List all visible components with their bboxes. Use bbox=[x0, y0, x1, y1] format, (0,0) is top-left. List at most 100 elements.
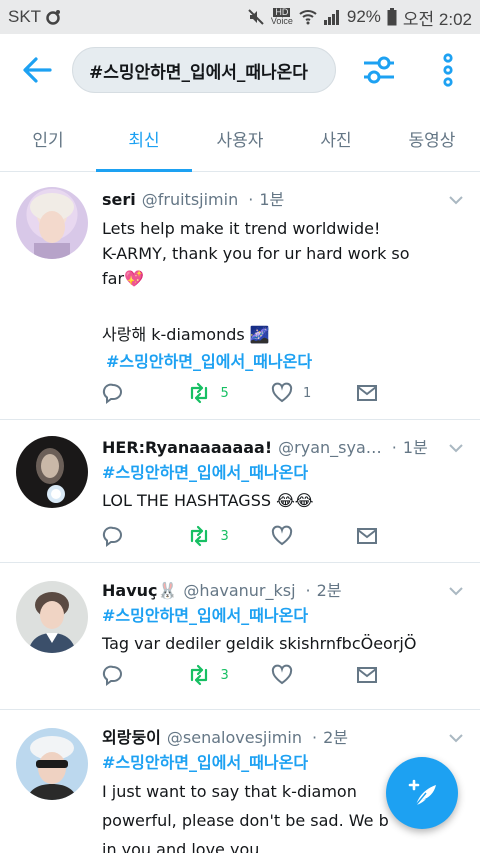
tweet-header: 외랑둥이 @senalovesjimin · 2분 bbox=[102, 724, 480, 748]
tweet-line: Lets help make it trend worldwide! bbox=[102, 219, 381, 238]
retweet-count: 3 bbox=[220, 528, 229, 544]
reply-icon bbox=[102, 665, 122, 686]
tweet[interactable]: HER:Ryanaaaaaaa! @ryan_sya… · 1분 #스밍안하면_… bbox=[0, 420, 480, 563]
tweet-header: Havuç🐰 @havanur_ksj · 2분 bbox=[102, 577, 440, 601]
timestamp: 2분 bbox=[323, 728, 348, 747]
search-tabs: 인기 최신 사용자 사진 동영상 bbox=[0, 106, 480, 172]
tab-top[interactable]: 인기 bbox=[0, 106, 96, 171]
retweet-button[interactable]: 5 bbox=[187, 382, 272, 404]
tweet[interactable]: Havuç🐰 @havanur_ksj · 2분 #스밍안하면_입에서_때나온다… bbox=[0, 563, 480, 710]
tweet-line: Tag var dediler geldik skishrnfbcÖeorjÖ bbox=[102, 634, 417, 653]
carrier-label: SKT bbox=[8, 7, 42, 26]
back-arrow-icon[interactable] bbox=[20, 54, 54, 86]
envelope-icon bbox=[356, 667, 377, 683]
timestamp: 1분 bbox=[259, 190, 285, 209]
tab-people-label: 사용자 bbox=[216, 131, 264, 151]
mute-icon bbox=[248, 9, 264, 25]
envelope-icon bbox=[356, 528, 377, 544]
like-button[interactable]: 1 bbox=[271, 382, 356, 404]
avatar[interactable] bbox=[16, 581, 88, 653]
timestamp: 1분 bbox=[402, 438, 428, 457]
tweet-text: #스밍안하면_입에서_때나온다 Tag var dediler geldik s… bbox=[102, 603, 440, 656]
search-input[interactable]: #스밍안하면_입에서_때나온다 bbox=[72, 47, 336, 93]
heart-icon bbox=[271, 664, 293, 685]
tab-latest-label: 최신 bbox=[128, 131, 160, 151]
retweet-icon bbox=[190, 525, 207, 547]
tweet-header: HER:Ryanaaaaaaa! @ryan_sya… · 1분 bbox=[102, 434, 440, 458]
tweet-line: in you and love you. bbox=[102, 840, 265, 853]
carrier: SKT bbox=[8, 7, 61, 27]
avatar[interactable] bbox=[16, 187, 88, 259]
share-button[interactable] bbox=[356, 383, 441, 403]
battery-icon bbox=[387, 8, 397, 26]
status-bar: SKT HD Voice 92% 오전 2:02 bbox=[0, 0, 480, 34]
user-handle[interactable]: @fruitsjimin bbox=[142, 190, 238, 209]
separator-dot: · bbox=[311, 728, 318, 747]
avatar[interactable] bbox=[16, 436, 88, 508]
display-name[interactable]: seri bbox=[102, 190, 136, 209]
tab-top-label: 인기 bbox=[32, 131, 64, 151]
tab-photos-label: 사진 bbox=[320, 131, 352, 151]
reply-button[interactable] bbox=[102, 525, 187, 547]
separator-dot: · bbox=[248, 190, 254, 209]
compose-tweet-button[interactable] bbox=[386, 757, 458, 829]
share-button[interactable] bbox=[356, 665, 441, 685]
user-handle[interactable]: @havanur_ksj bbox=[183, 581, 295, 600]
separator-dot: · bbox=[391, 438, 397, 457]
retweet-count: 3 bbox=[220, 667, 229, 683]
tweet[interactable]: seri @fruitsjimin · 1분 Lets help make it… bbox=[0, 172, 480, 420]
more-options-icon[interactable] bbox=[436, 52, 460, 88]
retweet-count: 5 bbox=[220, 385, 229, 401]
heart-icon bbox=[271, 525, 293, 546]
retweet-icon bbox=[190, 382, 207, 404]
signal-icon bbox=[323, 10, 339, 25]
tab-photos[interactable]: 사진 bbox=[288, 106, 384, 171]
hashtag-link[interactable]: #스밍안하면_입에서_때나온다 bbox=[102, 460, 440, 485]
hd-voice-badge: HD Voice bbox=[271, 8, 293, 26]
wifi-icon bbox=[299, 10, 317, 25]
tab-videos[interactable]: 동영상 bbox=[384, 106, 480, 171]
tab-people[interactable]: 사용자 bbox=[192, 106, 288, 171]
retweet-button[interactable]: 3 bbox=[187, 664, 272, 686]
display-name[interactable]: 외랑둥이 bbox=[102, 724, 161, 748]
tweet-actions: 3 bbox=[102, 523, 440, 549]
display-name[interactable]: Havuç🐰 bbox=[102, 581, 177, 600]
envelope-icon bbox=[356, 385, 377, 401]
tweet-actions: 3 bbox=[102, 662, 440, 688]
tweet-text: Lets help make it trend worldwide! K-ARM… bbox=[102, 216, 440, 374]
display-name[interactable]: HER:Ryanaaaaaaa! bbox=[102, 438, 272, 457]
reply-icon bbox=[102, 383, 122, 404]
share-button[interactable] bbox=[356, 526, 441, 546]
user-handle[interactable]: @ryan_sya… bbox=[278, 438, 382, 457]
user-handle[interactable]: @senalovesjimin bbox=[167, 728, 302, 747]
sync-icon bbox=[46, 10, 61, 25]
chevron-down-icon[interactable] bbox=[448, 585, 464, 597]
reply-icon bbox=[102, 526, 122, 547]
battery-level: 92% bbox=[346, 7, 381, 26]
reply-button[interactable] bbox=[102, 664, 187, 686]
separator-dot: · bbox=[305, 581, 311, 600]
tab-latest[interactable]: 최신 bbox=[96, 106, 192, 172]
tweet-actions: 5 1 bbox=[102, 380, 440, 406]
hashtag-link[interactable]: #스밍안하면_입에서_때나온다 bbox=[106, 349, 440, 374]
search-header: #스밍안하면_입에서_때나온다 bbox=[0, 34, 480, 106]
retweet-button[interactable]: 3 bbox=[187, 525, 272, 547]
reply-button[interactable] bbox=[102, 382, 187, 404]
tweet-line bbox=[102, 291, 440, 316]
tweet-line: K-ARMY, thank you for ur hard work so bbox=[102, 244, 410, 263]
like-button[interactable] bbox=[271, 664, 356, 686]
timestamp: 2분 bbox=[316, 581, 342, 600]
chevron-down-icon[interactable] bbox=[448, 194, 464, 206]
like-button[interactable] bbox=[271, 525, 356, 547]
hashtag-link[interactable]: #스밍안하면_입에서_때나온다 bbox=[102, 603, 440, 628]
tweet-line: LOL THE HASHTAGSS 😂😂 bbox=[102, 491, 314, 510]
chevron-down-icon[interactable] bbox=[448, 442, 464, 454]
filter-icon[interactable] bbox=[362, 54, 396, 86]
tweet-header: seri @fruitsjimin · 1분 bbox=[102, 186, 440, 210]
tweet-line: far💖 bbox=[102, 269, 144, 288]
voice-label: Voice bbox=[270, 16, 293, 26]
clock: 오전 2:02 bbox=[402, 9, 472, 29]
retweet-icon bbox=[190, 664, 207, 686]
tweet-feed: seri @fruitsjimin · 1분 Lets help make it… bbox=[0, 172, 480, 853]
avatar[interactable] bbox=[16, 728, 88, 800]
